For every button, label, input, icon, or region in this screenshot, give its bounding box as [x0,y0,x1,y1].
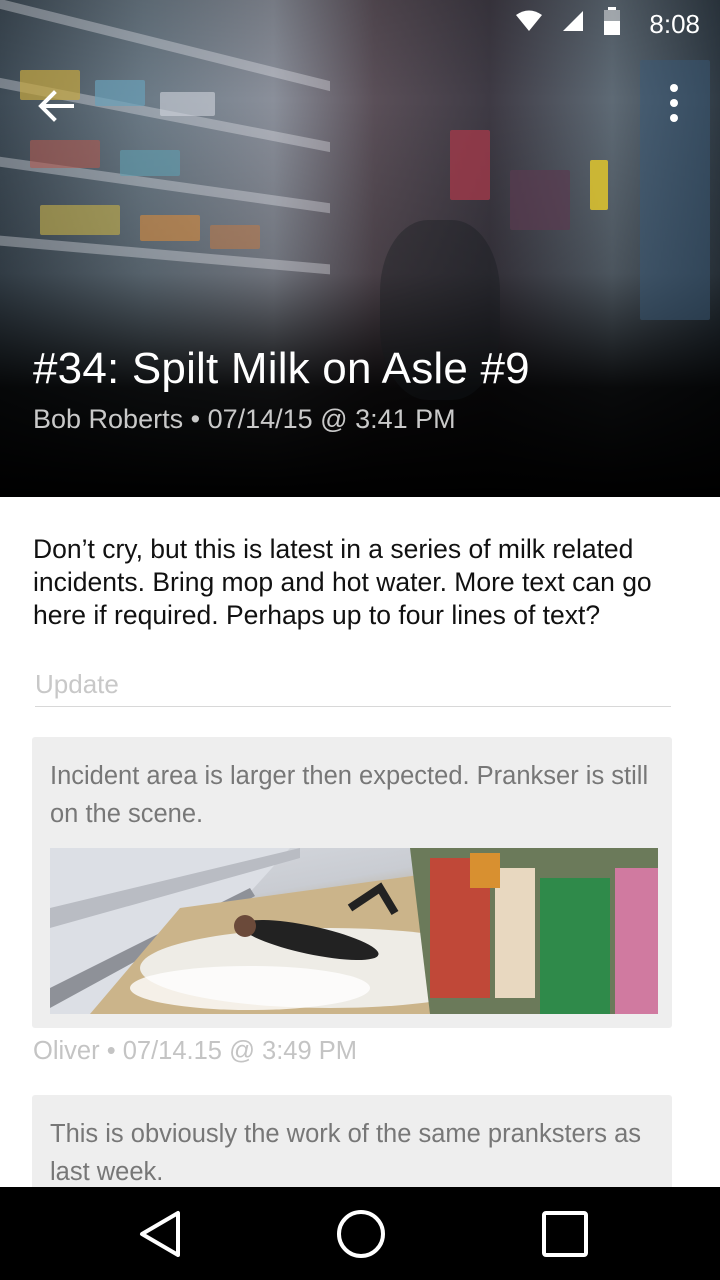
status-bar: 8:08 [0,0,720,48]
update-input[interactable] [35,663,671,707]
arrow-back-icon [38,90,74,122]
more-options-button[interactable] [664,82,684,130]
more-vert-icon [670,84,678,122]
incident-description: Don’t cry, but this is latest in a serie… [33,534,652,630]
cell-signal-icon [561,9,585,40]
update-photo[interactable] [50,848,658,1014]
wifi-icon [515,9,543,40]
battery-icon [603,6,621,42]
navigation-bar [0,1187,720,1280]
nav-back-button[interactable] [136,1209,186,1259]
meta-separator: • [190,404,201,434]
update-card: This is obviously the work of the same p… [32,1095,672,1187]
app-bar [0,66,720,142]
nav-home-icon [337,1210,385,1258]
nav-recents-icon [542,1211,588,1257]
update-text: Incident area is larger then expected. P… [50,762,649,828]
update-author: Oliver [33,1037,100,1065]
meta-separator: • [106,1037,116,1065]
incident-author: Bob Roberts [33,404,184,434]
update-photo-image [50,848,658,1014]
back-button[interactable] [32,82,80,130]
update-card: Incident area is larger then expected. P… [32,737,672,1028]
nav-home-button[interactable] [336,1209,386,1259]
incident-meta: Bob Roberts • 07/14/15 @ 3:41 PM [33,404,456,435]
update-timestamp: 07/14.15 @ 3:49 PM [122,1037,357,1065]
incident-header: 8:08 #34: Spilt Milk on Asle #9 Bob Robe… [0,0,720,497]
nav-back-icon [140,1211,180,1257]
incident-content[interactable]: Don’t cry, but this is latest in a serie… [0,497,720,1187]
update-meta: Oliver • 07/14.15 @ 3:49 PM [33,1037,357,1066]
update-text: This is obviously the work of the same p… [50,1120,641,1186]
nav-recents-button[interactable] [540,1209,590,1259]
incident-timestamp: 07/14/15 @ 3:41 PM [207,404,456,434]
status-time: 8:08 [649,8,700,39]
incident-title: #34: Spilt Milk on Asle #9 [33,344,530,393]
